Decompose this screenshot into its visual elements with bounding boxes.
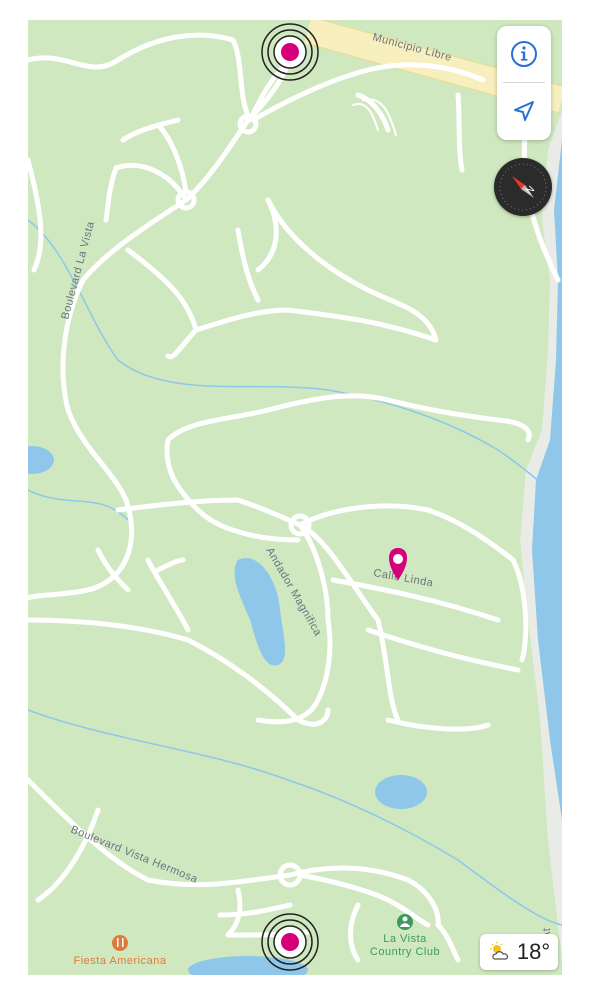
info-icon (511, 41, 537, 67)
map-controls (497, 26, 551, 140)
location-arrow-icon (514, 101, 534, 121)
pond (375, 775, 427, 809)
poi-label-la-vista-country-club: La Vista Country Club (355, 933, 455, 959)
poi-label-line1: La Vista (383, 933, 427, 945)
restaurant-icon[interactable] (112, 935, 128, 951)
country-club-icon[interactable] (397, 914, 413, 930)
info-button[interactable] (497, 26, 551, 82)
temperature-label: 18° (516, 939, 551, 964)
pond (188, 956, 308, 975)
weather-widget[interactable]: 18° (480, 934, 558, 970)
location-marker-top[interactable] (261, 23, 319, 81)
compass-icon: N (499, 163, 547, 211)
pond (28, 446, 54, 474)
partly-cloudy-icon (489, 942, 508, 960)
map-canvas: Municipio Libre Boulevard La Vista Andad… (28, 20, 562, 975)
road-label-boulevard-vista-hermosa: Boulevard Vista Hermosa (69, 824, 200, 886)
map-view[interactable]: Municipio Libre Boulevard La Vista Andad… (28, 20, 562, 975)
poi-label-line2: Country Club (369, 946, 441, 958)
location-button[interactable] (497, 83, 551, 139)
poi-label-fiesta-americana: Fiesta Americana (73, 955, 167, 967)
compass-button[interactable]: N (494, 158, 552, 216)
compass-label: N (524, 184, 537, 197)
